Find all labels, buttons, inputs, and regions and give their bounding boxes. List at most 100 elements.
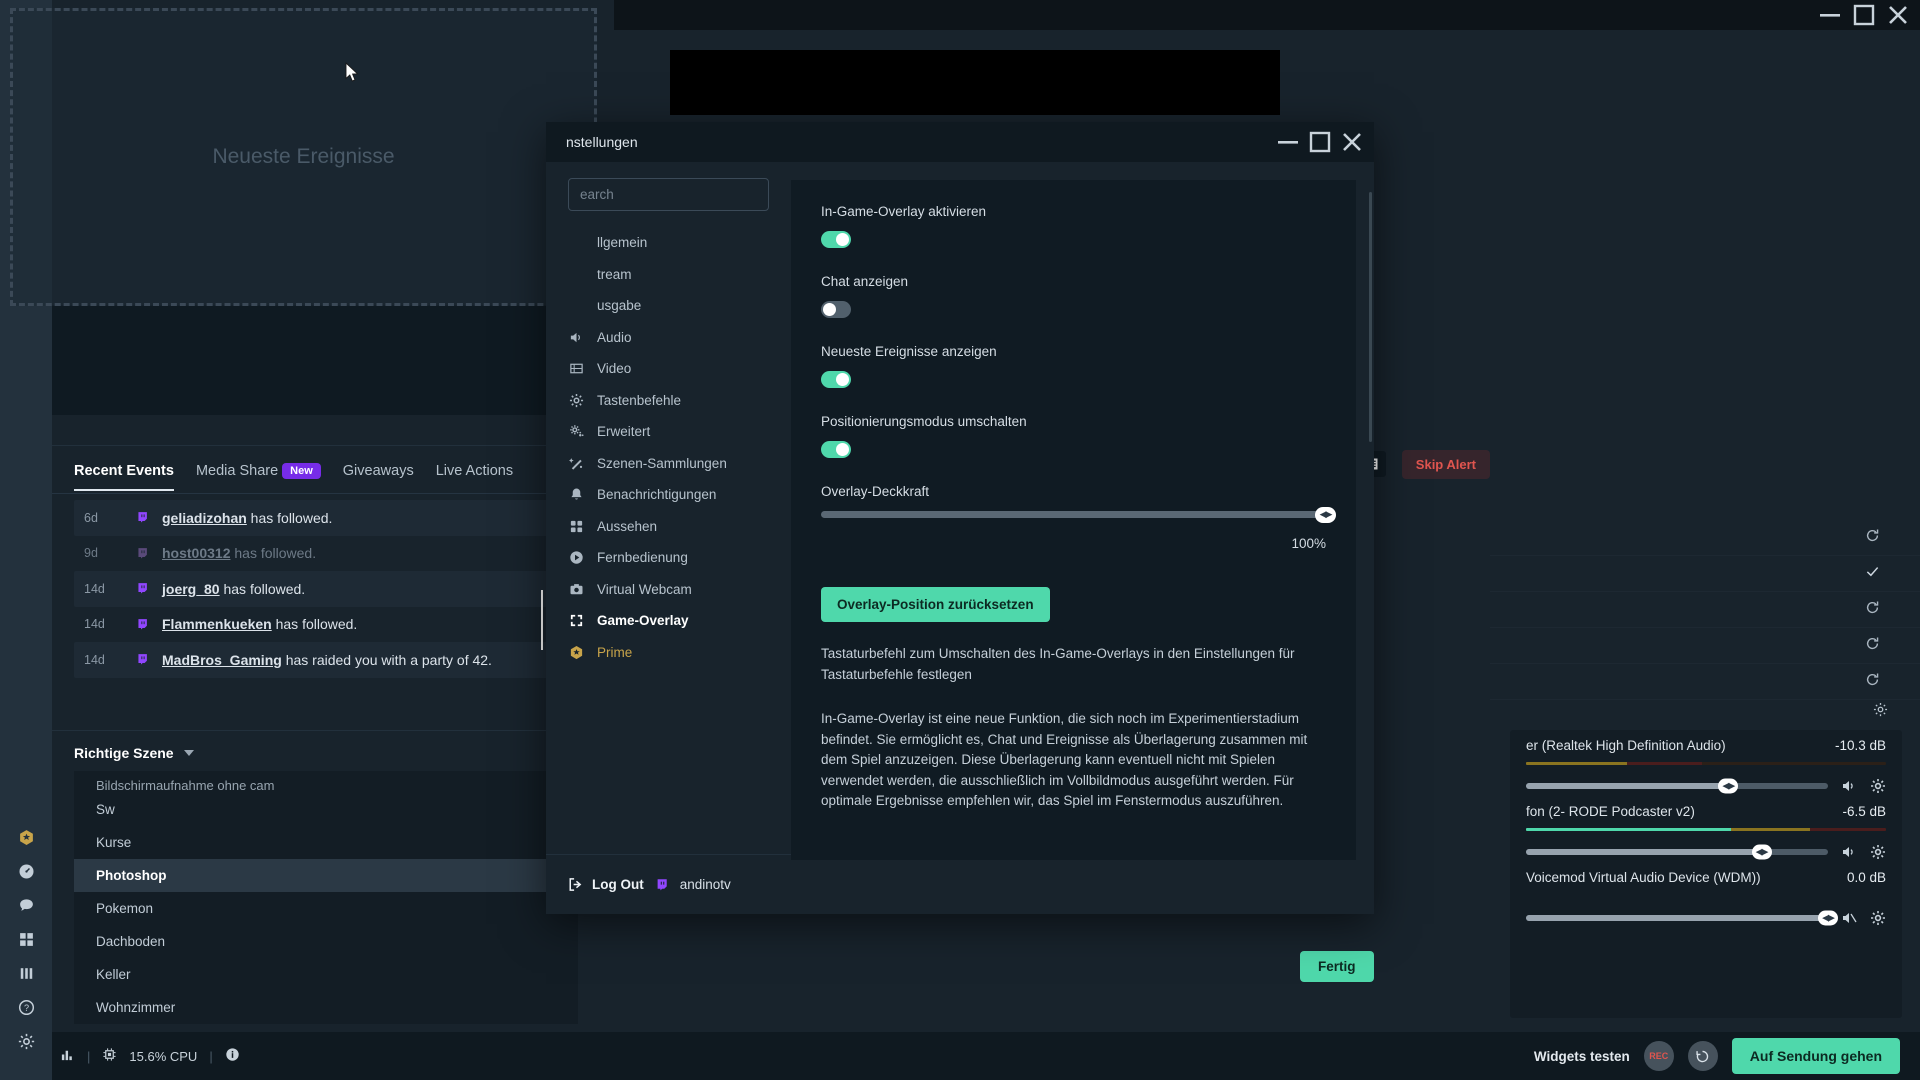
event-row[interactable]: 14d joerg_80 has followed. <box>74 571 578 607</box>
alert-queue-row[interactable] <box>1490 664 1920 700</box>
toggle-switch[interactable] <box>821 371 851 388</box>
settings-nav-benachrichtigungen[interactable]: Benachrichtigungen <box>546 479 791 511</box>
settings-nav-virtual-webcam[interactable]: Virtual Webcam <box>546 574 791 606</box>
scene-list-item[interactable]: Wohnzimmer <box>74 991 578 1024</box>
test-widgets-button[interactable]: Widgets testen <box>1534 1049 1630 1064</box>
maximize-icon[interactable] <box>1848 2 1880 28</box>
channel-settings-gear-icon[interactable] <box>1870 910 1886 926</box>
volume-slider[interactable]: ◀▶ <box>1526 778 1828 794</box>
info-icon[interactable] <box>225 1047 240 1065</box>
refresh-icon[interactable] <box>1865 672 1880 692</box>
settings-nav-tastenbefehle[interactable]: Tastenbefehle <box>546 385 791 417</box>
play-circle-icon <box>568 550 584 565</box>
settings-nav-erweitert[interactable]: Erweitert <box>546 416 791 448</box>
overlay-opacity-slider[interactable]: ◀▶ <box>821 506 1336 523</box>
settings-close-icon[interactable] <box>1336 129 1368 155</box>
skip-alert-button[interactable]: Skip Alert <box>1401 449 1490 479</box>
alert-queue-row[interactable] <box>1490 556 1920 592</box>
scene-list-item[interactable]: Sw <box>74 793 578 826</box>
search-input[interactable] <box>580 187 757 202</box>
alert-queue-row[interactable] <box>1490 520 1920 556</box>
replay-buffer-icon[interactable] <box>1687 1041 1718 1071</box>
refresh-icon[interactable] <box>1865 600 1880 620</box>
scene-list-item[interactable]: Keller <box>74 958 578 991</box>
close-icon[interactable] <box>1882 2 1914 28</box>
scene-list-item[interactable]: Dachboden <box>74 925 578 958</box>
events-tabs: Recent Events Media Share New Giveaways … <box>52 446 600 494</box>
speaker-icon[interactable] <box>1841 778 1857 794</box>
tab-live-actions[interactable]: Live Actions <box>436 463 513 490</box>
mute-icon[interactable] <box>1841 910 1857 926</box>
settings-minimize-icon[interactable] <box>1272 129 1304 155</box>
go-live-button[interactable]: Auf Sendung gehen <box>1731 1038 1900 1074</box>
mixer-settings-gear-icon[interactable] <box>1873 702 1888 722</box>
settings-nav-usgabe[interactable]: usgabe <box>546 290 791 322</box>
done-button[interactable]: Fertig <box>1300 951 1374 982</box>
overlay-drag-region[interactable]: Neueste Ereignisse <box>10 8 597 306</box>
tab-giveaways[interactable]: Giveaways <box>343 463 414 490</box>
setting-label: Chat anzeigen <box>821 274 909 289</box>
settings-nav-tream[interactable]: tream <box>546 259 791 291</box>
scene-selector[interactable]: Richtige Szene <box>52 731 600 771</box>
channel-settings-gear-icon[interactable] <box>1870 844 1886 860</box>
scene-list-item[interactable]: Photoshop <box>74 859 578 892</box>
slider-handle[interactable]: ◀▶ <box>1818 910 1838 926</box>
twitch-icon <box>136 511 162 524</box>
stream-icon[interactable] <box>0 956 52 990</box>
event-row[interactable]: 6d geliadizohan has followed. <box>74 500 578 536</box>
event-row[interactable]: 14d Flammenkueken has followed. <box>74 607 578 643</box>
text-cursor <box>541 590 543 650</box>
settings-nav-video[interactable]: Video <box>546 353 791 385</box>
widgets-icon[interactable] <box>0 922 52 956</box>
settings-icon[interactable] <box>0 1024 52 1058</box>
settings-nav-fernbedienung[interactable]: Fernbedienung <box>546 542 791 574</box>
stats-icon[interactable] <box>60 1047 75 1065</box>
minimize-icon[interactable] <box>1814 2 1846 28</box>
event-row[interactable]: 9d host00312 has followed. <box>74 536 578 572</box>
prime-icon[interactable] <box>0 820 52 854</box>
channel-settings-gear-icon[interactable] <box>1870 778 1886 794</box>
toggle-knob <box>823 303 836 316</box>
settings-nav-llgemein[interactable]: llgemein <box>546 227 791 259</box>
settings-nav-prime[interactable]: Prime <box>546 637 791 669</box>
slider-handle[interactable]: ◀▶ <box>1751 844 1772 860</box>
grid-icon <box>568 519 584 534</box>
settings-nav-szenen-sammlungen[interactable]: Szenen-Sammlungen <box>546 448 791 480</box>
settings-scrollbar[interactable] <box>1369 192 1372 442</box>
settings-nav-game-overlay[interactable]: Game-Overlay <box>546 605 791 637</box>
tab-media-share[interactable]: Media Share New <box>196 463 321 490</box>
refresh-icon[interactable] <box>1865 528 1880 548</box>
help-icon[interactable]: ? <box>0 990 52 1024</box>
volume-slider[interactable]: ◀▶ <box>1526 844 1828 860</box>
toggle-switch[interactable] <box>821 231 851 248</box>
logout-button[interactable]: Log Out <box>568 877 644 892</box>
reset-overlay-position-button[interactable]: Overlay-Position zurücksetzen <box>821 587 1050 622</box>
settings-nav-aussehen[interactable]: Aussehen <box>546 511 791 543</box>
refresh-icon[interactable] <box>1865 636 1880 656</box>
scene-list-item[interactable]: Pokemon <box>74 892 578 925</box>
speaker-icon[interactable] <box>1841 844 1857 860</box>
alert-queue-row[interactable] <box>1490 628 1920 664</box>
channel-name: Voicemod Virtual Audio Device (WDM)) <box>1526 870 1761 885</box>
toggle-switch[interactable] <box>821 441 851 458</box>
scene-list-item[interactable]: Bildschirmaufnahme ohne cam <box>74 771 578 793</box>
alert-queue-row[interactable] <box>1490 592 1920 628</box>
settings-maximize-icon[interactable] <box>1304 129 1336 155</box>
chat-icon[interactable] <box>0 888 52 922</box>
volume-slider[interactable]: ◀▶ <box>1526 910 1838 926</box>
setting-label: Positionierungsmodus umschalten <box>821 414 1027 429</box>
settings-search[interactable] <box>568 178 769 211</box>
slider-handle[interactable]: ◀▶ <box>1718 778 1739 794</box>
record-button[interactable]: REC <box>1643 1041 1674 1071</box>
check-icon[interactable] <box>1865 564 1880 584</box>
tab-label: Live Actions <box>435 463 514 479</box>
chevron-down-icon <box>183 750 194 756</box>
settings-nav-label: Game-Overlay <box>597 613 689 629</box>
dashboard-icon[interactable] <box>0 854 52 888</box>
settings-nav-audio[interactable]: Audio <box>546 322 791 354</box>
slider-handle[interactable]: ◀▶ <box>1315 506 1336 523</box>
scene-list-item[interactable]: Kurse <box>74 826 578 859</box>
toggle-switch[interactable] <box>821 301 851 318</box>
tab-recent-events[interactable]: Recent Events <box>74 463 174 491</box>
event-row[interactable]: 14d MadBros_Gaming has raided you with a … <box>74 642 578 678</box>
